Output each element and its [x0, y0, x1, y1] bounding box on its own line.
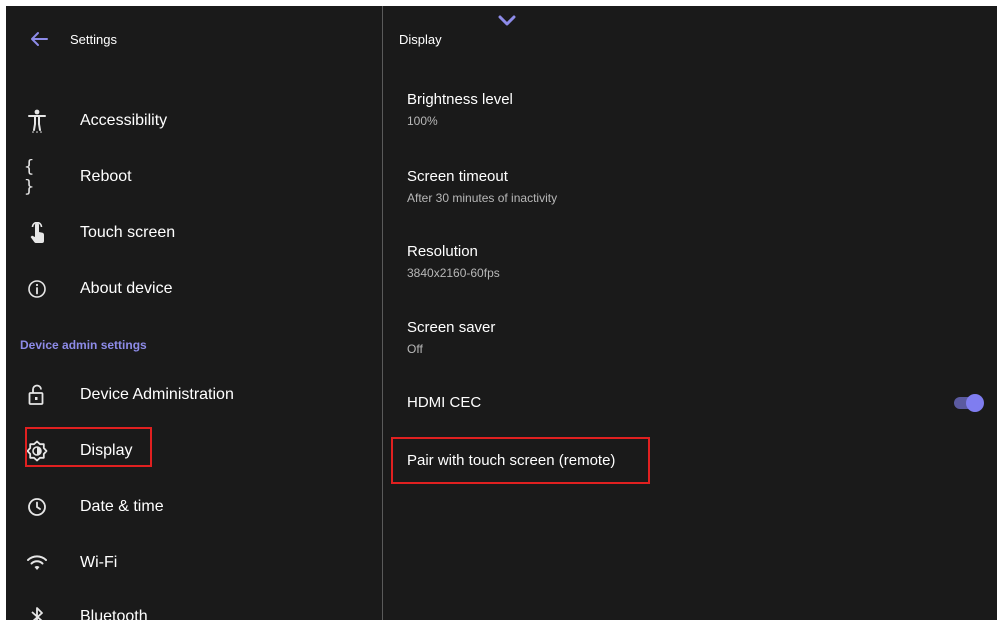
setting-title: HDMI CEC [407, 394, 482, 411]
accessibility-icon [24, 108, 50, 134]
nav-header-title: Settings [70, 31, 117, 47]
setting-value: Off [407, 342, 423, 356]
sidebar-item-label: Device Administration [80, 386, 234, 403]
setting-value: 3840x2160-60fps [407, 266, 500, 280]
setting-title: Pair with touch screen (remote) [407, 452, 616, 469]
clock-icon [24, 494, 50, 520]
setting-screen-timeout[interactable]: Screen timeout After 30 minutes of inact… [407, 168, 967, 206]
sidebar-item-label: About device [80, 280, 173, 297]
sidebar-item-label: Display [80, 442, 133, 459]
sidebar-item-display[interactable]: Display [24, 431, 132, 471]
sidebar-item-bluetooth[interactable]: Bluetooth [24, 597, 148, 620]
sidebar-item-touch-screen[interactable]: Touch screen [24, 213, 175, 253]
info-icon [24, 276, 50, 302]
sidebar-item-reboot[interactable]: { } Reboot [24, 157, 132, 197]
setting-screen-saver[interactable]: Screen saver Off [407, 319, 967, 357]
touch-icon [24, 220, 50, 246]
sidebar-item-label: Wi-Fi [80, 554, 118, 571]
settings-nav-pane: Settings Accessibility { } Reboot Touch … [6, 6, 382, 620]
setting-hdmi-cec[interactable]: HDMI CEC [407, 394, 967, 412]
setting-title: Resolution [407, 243, 478, 260]
back-arrow-icon[interactable] [28, 28, 50, 50]
sidebar-item-date-time[interactable]: Date & time [24, 487, 164, 527]
setting-value: After 30 minutes of inactivity [407, 191, 558, 205]
toggle-knob [966, 394, 984, 412]
braces-icon: { } [24, 157, 35, 197]
sidebar-item-label: Touch screen [80, 224, 176, 241]
sidebar-item-label: Date & time [80, 498, 164, 515]
chevron-down-icon[interactable] [496, 12, 518, 30]
display-header-title: Display [399, 31, 442, 47]
sidebar-item-about-device[interactable]: About device [24, 269, 173, 309]
display-header: Display [399, 20, 442, 58]
lock-open-icon [24, 382, 50, 408]
sidebar-item-device-administration[interactable]: Device Administration [24, 375, 234, 415]
sidebar-item-label: Accessibility [80, 112, 168, 129]
bluetooth-icon [24, 604, 50, 620]
setting-title: Screen timeout [407, 168, 508, 185]
sidebar-item-wifi[interactable]: Wi-Fi [24, 543, 117, 583]
brightness-icon [24, 438, 50, 464]
setting-pair-touch-screen[interactable]: Pair with touch screen (remote) [407, 452, 967, 470]
setting-resolution[interactable]: Resolution 3840x2160-60fps [407, 243, 967, 281]
setting-value: 100% [407, 114, 438, 128]
sidebar-item-accessibility[interactable]: Accessibility [24, 101, 167, 141]
setting-title: Brightness level [407, 91, 513, 108]
sidebar-item-label: Reboot [80, 168, 132, 185]
sidebar-item-label: Bluetooth [80, 608, 148, 620]
section-label-device-admin: Device admin settings [20, 338, 147, 352]
setting-brightness-level[interactable]: Brightness level 100% [407, 91, 967, 129]
hdmi-cec-toggle[interactable] [954, 394, 984, 412]
settings-screen: Settings Accessibility { } Reboot Touch … [6, 6, 997, 620]
nav-header: Settings [28, 20, 117, 58]
display-settings-pane: Display Brightness level 100% Screen tim… [383, 6, 997, 620]
setting-title: Screen saver [407, 319, 496, 336]
wifi-icon [24, 550, 50, 576]
